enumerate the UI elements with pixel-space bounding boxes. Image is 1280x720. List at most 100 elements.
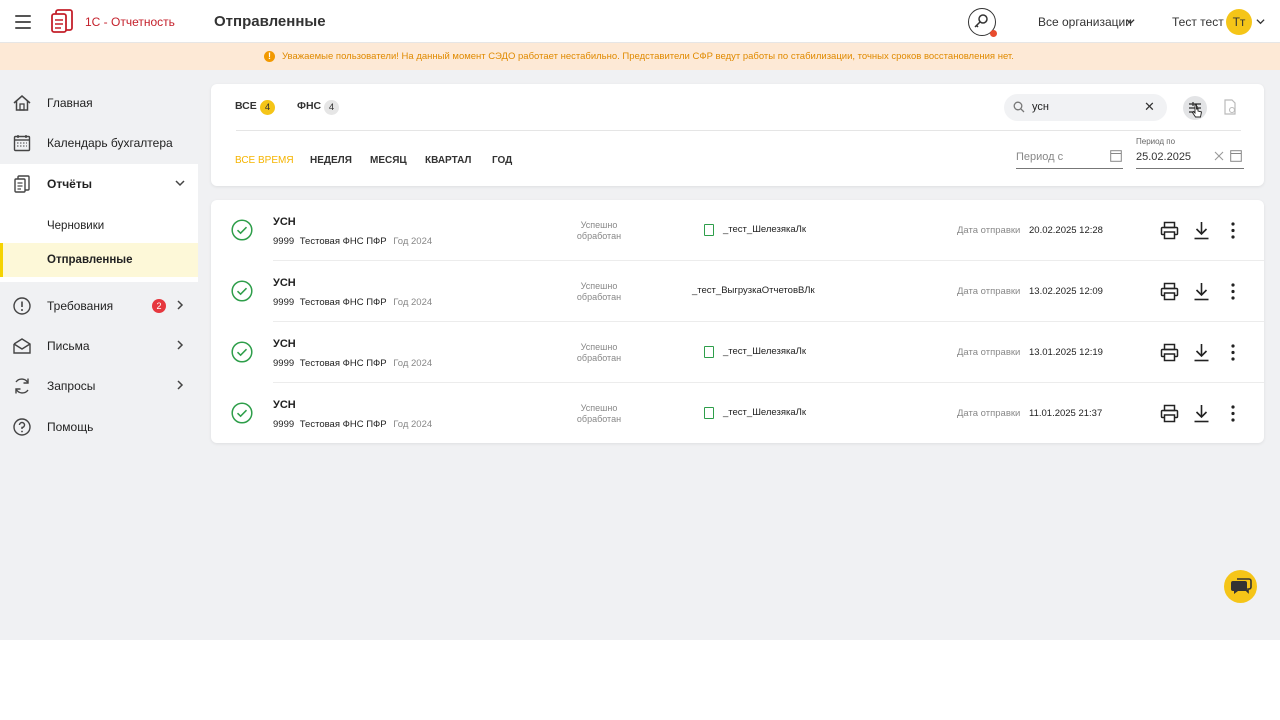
table-row[interactable]: УСН 9999 Тестовая ФНС ПФР Год 2024 Успеш… <box>211 200 1264 261</box>
download-icon[interactable] <box>1193 282 1210 301</box>
sidebar-item-label: Отчёты <box>47 177 92 191</box>
export-document-icon[interactable] <box>1223 99 1237 115</box>
report-year: Год 2024 <box>393 419 433 430</box>
report-title[interactable]: УСН <box>273 277 296 289</box>
report-title[interactable]: УСН <box>273 338 296 350</box>
status-line-2: обработан <box>576 414 622 424</box>
notice-banner: ! Уважаемые пользователи! На данный моме… <box>0 43 1280 70</box>
chevron-down-icon <box>175 180 185 187</box>
logo-icon[interactable] <box>50 8 78 37</box>
status-line-1: Успешно <box>580 220 618 230</box>
status-badge: Успешно обработан <box>563 403 635 425</box>
status-line-1: Успешно <box>580 281 618 291</box>
sidebar-item-requests[interactable]: Запросы <box>0 366 198 406</box>
support-chat-button[interactable] <box>1224 570 1257 603</box>
period-week[interactable]: НЕДЕЛЯ <box>310 155 352 166</box>
period-quarter[interactable]: КВАРТАЛ <box>425 155 471 166</box>
status-line-2: обработан <box>576 292 622 302</box>
period-month[interactable]: МЕСЯЦ <box>370 155 407 166</box>
download-icon[interactable] <box>1193 404 1210 423</box>
period-all-time[interactable]: ВСЕ ВРЕМЯ <box>235 155 294 166</box>
download-icon[interactable] <box>1193 343 1210 362</box>
calendar-icon[interactable] <box>1110 149 1122 162</box>
file-name[interactable]: _тест_ШелезякаЛк <box>723 346 806 357</box>
home-icon <box>13 95 31 111</box>
date-from-field[interactable]: Период с <box>1016 145 1123 169</box>
more-vertical-icon[interactable] <box>1230 282 1236 301</box>
print-icon[interactable] <box>1160 221 1179 240</box>
alert-icon <box>13 297 31 315</box>
report-title[interactable]: УСН <box>273 399 296 411</box>
report-meta: 9999 Тестовая ФНС ПФР Год 2024 <box>273 297 432 308</box>
org-name: Тестовая ФНС ПФР <box>299 297 387 308</box>
signature-key-button[interactable] <box>968 8 997 37</box>
close-icon[interactable]: ✕ <box>1144 99 1155 115</box>
close-icon[interactable] <box>1214 151 1224 161</box>
sidebar-item-label: Запросы <box>47 379 96 393</box>
report-year: Год 2024 <box>393 236 433 247</box>
sidebar-item-help[interactable]: Помощь <box>0 407 198 447</box>
date-label: Дата отправки <box>957 347 1021 358</box>
sidebar-item-home[interactable]: Главная <box>0 83 198 123</box>
status-badge: Успешно обработан <box>563 220 635 242</box>
date-to-value: 25.02.2025 <box>1136 151 1192 163</box>
report-meta: 9999 Тестовая ФНС ПФР Год 2024 <box>273 419 432 430</box>
chevron-down-icon[interactable] <box>1126 17 1135 26</box>
print-icon[interactable] <box>1160 282 1179 301</box>
user-menu[interactable]: Тест тест <box>1172 15 1224 29</box>
app: 1С - Отчетность Отправленные Все организ… <box>0 0 1280 640</box>
tab-all[interactable]: ВСЕ <box>235 100 257 112</box>
sidebar-item-label: Требования <box>47 299 114 313</box>
sent-date: 13.02.2025 12:09 <box>1029 286 1103 297</box>
file-name[interactable]: _тест_ВыгрузкаОтчетовВЛк <box>692 285 815 296</box>
sidebar-subitem-label: Отправленные <box>47 254 133 266</box>
sent-date: 11.01.2025 21:37 <box>1029 408 1103 419</box>
reports-list: УСН 9999 Тестовая ФНС ПФР Год 2024 Успеш… <box>211 200 1264 443</box>
notification-dot <box>990 30 997 37</box>
sidebar-item-label: Календарь бухгалтера <box>47 136 173 150</box>
more-vertical-icon[interactable] <box>1230 221 1236 240</box>
period-year[interactable]: ГОД <box>492 155 512 166</box>
avatar[interactable]: Тт <box>1226 9 1252 35</box>
date-label: Дата отправки <box>957 408 1021 419</box>
sidebar-item-label: Письма <box>47 339 90 353</box>
sidebar-item-reports[interactable]: Отчёты <box>0 164 198 204</box>
status-line-2: обработан <box>576 231 622 241</box>
file-name[interactable]: _тест_ШелезякаЛк <box>723 407 806 418</box>
tab-all-count: 4 <box>260 100 275 115</box>
print-icon[interactable] <box>1160 343 1179 362</box>
date-to-field[interactable]: 25.02.2025 <box>1136 145 1244 169</box>
chevron-down-icon[interactable] <box>1256 17 1265 26</box>
search-input[interactable]: усн <box>1032 101 1049 113</box>
download-icon[interactable] <box>1193 221 1210 240</box>
report-year: Год 2024 <box>393 297 433 308</box>
sidebar-item-requirements[interactable]: Требования 2 <box>0 286 198 326</box>
menu-icon[interactable] <box>12 11 34 33</box>
table-row[interactable]: УСН 9999 Тестовая ФНС ПФР Год 2024 Успеш… <box>211 261 1264 322</box>
report-meta: 9999 Тестовая ФНС ПФР Год 2024 <box>273 358 432 369</box>
org-name: Тестовая ФНС ПФР <box>299 358 387 369</box>
tab-fns[interactable]: ФНС <box>297 100 321 112</box>
success-check-icon <box>231 219 253 241</box>
date-label: Дата отправки <box>957 286 1021 297</box>
more-vertical-icon[interactable] <box>1230 404 1236 423</box>
brand-name[interactable]: 1С - Отчетность <box>85 15 175 29</box>
org-code: 9999 <box>273 419 295 430</box>
sidebar-item-letters[interactable]: Письма <box>0 326 198 366</box>
sidebar-item-drafts[interactable]: Черновики <box>0 209 198 243</box>
table-row[interactable]: УСН 9999 Тестовая ФНС ПФР Год 2024 Успеш… <box>211 383 1264 444</box>
sidebar-item-sent[interactable]: Отправленные <box>0 243 198 277</box>
sidebar-item-calendar[interactable]: Календарь бухгалтера <box>0 123 198 163</box>
org-name: Тестовая ФНС ПФР <box>299 236 387 247</box>
report-title[interactable]: УСН <box>273 216 296 228</box>
report-year: Год 2024 <box>393 358 433 369</box>
divider <box>236 130 1241 131</box>
print-icon[interactable] <box>1160 404 1179 423</box>
search-field[interactable]: усн ✕ <box>1004 94 1167 121</box>
calendar-icon[interactable] <box>1230 149 1242 162</box>
more-vertical-icon[interactable] <box>1230 343 1236 362</box>
organization-select[interactable]: Все организации <box>1038 15 1132 29</box>
table-row[interactable]: УСН 9999 Тестовая ФНС ПФР Год 2024 Успеш… <box>211 322 1264 383</box>
user-name: Тест тест <box>1172 15 1224 29</box>
file-name[interactable]: _тест_ШелезякаЛк <box>723 224 806 235</box>
